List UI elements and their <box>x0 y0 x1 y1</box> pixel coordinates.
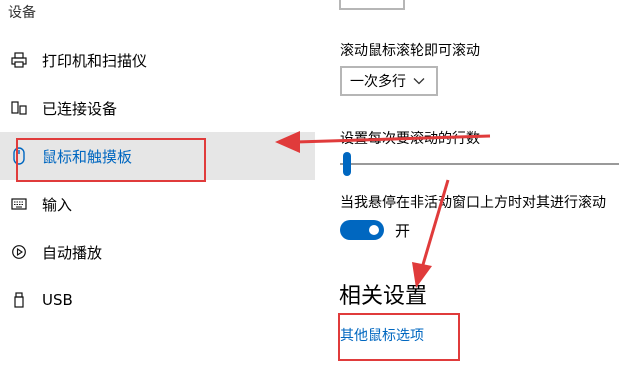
partial-dropdown[interactable] <box>339 0 405 10</box>
chevron-down-icon <box>412 74 426 92</box>
usb-icon <box>10 291 28 309</box>
sidebar-item-typing[interactable]: 输入 <box>0 180 315 228</box>
sidebar-item-printers[interactable]: 打印机和扫描仪 <box>0 36 315 84</box>
sidebar-item-label: 输入 <box>42 195 73 214</box>
sidebar-item-connected-devices[interactable]: 已连接设备 <box>0 84 315 132</box>
toggle-state-label: 开 <box>395 222 411 240</box>
lines-slider-thumb[interactable] <box>343 152 351 176</box>
settings-panel: 滚动鼠标滚轮即可滚动 一次多行 设置每次要滚动的行数 当我悬停在非活动窗口上方时… <box>315 0 641 391</box>
sidebar-item-mouse-touchpad[interactable]: 鼠标和触摸板 <box>0 132 315 180</box>
related-settings-heading: 相关设置 <box>339 284 428 309</box>
connected-devices-icon <box>10 99 28 117</box>
toggle-knob <box>369 225 379 235</box>
sidebar-item-label: 已连接设备 <box>42 99 118 118</box>
sidebar-header: 设备 <box>8 5 36 21</box>
other-mouse-options-link[interactable]: 其他鼠标选项 <box>340 325 424 345</box>
sidebar-item-label: 打印机和扫描仪 <box>42 51 148 70</box>
autoplay-icon <box>10 243 28 261</box>
scroll-amount-dropdown[interactable]: 一次多行 <box>340 66 438 96</box>
sidebar-item-label: 鼠标和触摸板 <box>42 147 133 166</box>
sidebar: 设备 打印机和扫描仪 已连接设备 鼠标和触摸板 输入 自动播放 USB <box>0 0 315 391</box>
mouse-icon <box>10 147 28 165</box>
sidebar-item-autoplay[interactable]: 自动播放 <box>0 228 315 276</box>
dropdown-value: 一次多行 <box>350 74 406 90</box>
lines-to-scroll-label: 设置每次要滚动的行数 <box>340 131 480 147</box>
scroll-wheel-label: 滚动鼠标滚轮即可滚动 <box>340 43 480 59</box>
sidebar-item-usb[interactable]: USB <box>0 276 315 324</box>
printer-icon <box>10 51 28 69</box>
sidebar-item-label: 自动播放 <box>42 243 103 262</box>
inactive-scroll-label: 当我悬停在非活动窗口上方时对其进行滚动 <box>340 195 606 211</box>
inactive-scroll-toggle[interactable] <box>340 220 384 240</box>
keyboard-icon <box>10 195 28 213</box>
sidebar-item-label: USB <box>42 291 73 309</box>
lines-slider-track[interactable] <box>340 163 619 165</box>
